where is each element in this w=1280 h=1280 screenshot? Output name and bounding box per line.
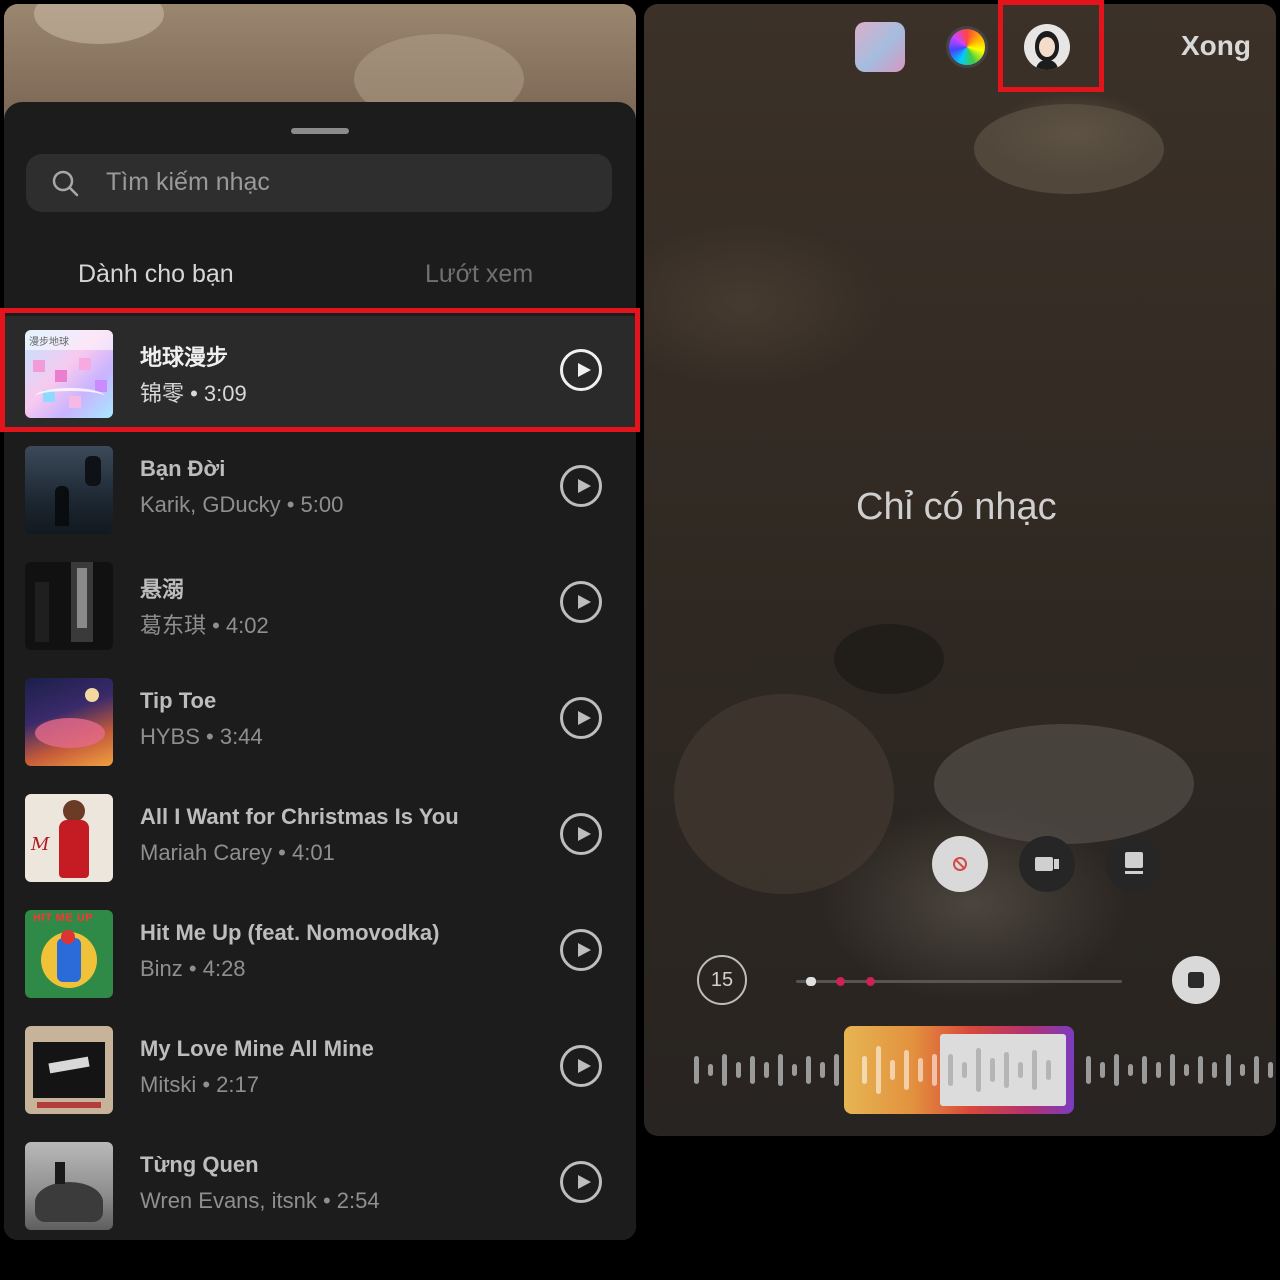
song-row[interactable]: Bạn Đời Karik, GDucky • 5:00	[4, 432, 636, 544]
search-icon	[52, 170, 79, 197]
song-title: Bạn Đời	[140, 456, 226, 481]
song-artist-duration: Binz • 4:28	[140, 956, 246, 981]
song-artwork	[25, 1026, 113, 1114]
play-icon[interactable]	[560, 349, 602, 391]
song-title: 悬溺	[140, 577, 185, 602]
card-icon[interactable]	[1106, 836, 1162, 892]
done-button[interactable]: Xong	[1181, 30, 1251, 62]
no-video-icon[interactable]	[932, 836, 988, 892]
clip-playhead-window[interactable]	[940, 1034, 1066, 1106]
song-artwork-text: HIT ME UP	[33, 912, 94, 924]
song-artist-duration: Karik, GDucky • 5:00	[140, 492, 344, 517]
song-artist-duration: 葛东琪 • 4:02	[140, 613, 269, 638]
search-input[interactable]: Tìm kiếm nhạc	[106, 168, 270, 197]
tab-browse[interactable]: Lướt xem	[425, 260, 533, 289]
stop-button[interactable]	[1172, 956, 1220, 1004]
play-icon[interactable]	[560, 813, 602, 855]
song-artwork	[25, 1142, 113, 1230]
song-artwork	[25, 562, 113, 650]
song-title: All I Want for Christmas Is You	[140, 804, 459, 829]
play-icon[interactable]	[560, 1045, 602, 1087]
song-title: Từng Quen	[140, 1152, 259, 1177]
song-row[interactable]: HIT ME UP Hit Me Up (feat. Nomovodka) Bi…	[4, 896, 636, 1008]
drag-handle[interactable]	[291, 128, 349, 134]
progress-track[interactable]	[796, 977, 1122, 986]
song-artwork-text: 漫步地球	[29, 337, 69, 348]
play-icon[interactable]	[560, 581, 602, 623]
clip-inner-waveform	[948, 1048, 1051, 1092]
song-artwork: 漫步地球	[25, 330, 113, 418]
song-artwork: M	[25, 794, 113, 882]
background-photo-detail	[974, 104, 1164, 194]
clip-waveform	[862, 1046, 937, 1094]
avatar-icon[interactable]	[1024, 24, 1070, 70]
song-row[interactable]: My Love Mine All Mine Mitski • 2:17	[4, 1012, 636, 1124]
background-photo-detail	[934, 724, 1194, 844]
music-only-label: Chỉ có nhạc	[856, 486, 1057, 528]
song-title: Hit Me Up (feat. Nomovodka)	[140, 920, 440, 945]
search-bar[interactable]: Tìm kiếm nhạc	[26, 154, 612, 212]
song-artist-duration: Wren Evans, itsnk • 2:54	[140, 1188, 380, 1213]
sticker-icon[interactable]	[855, 22, 905, 72]
song-row[interactable]: M All I Want for Christmas Is You Mariah…	[4, 780, 636, 892]
play-icon[interactable]	[560, 1161, 602, 1203]
tab-for-you[interactable]: Dành cho bạn	[78, 260, 234, 289]
song-artist-duration: HYBS • 3:44	[140, 724, 263, 749]
song-row[interactable]: 漫步地球 地球漫步 锦零 • 3:09	[4, 316, 636, 428]
audio-clip-selector[interactable]	[844, 1026, 1074, 1114]
story-editor-panel: Xong Chỉ có nhạc 15	[644, 4, 1276, 1136]
play-icon[interactable]	[560, 929, 602, 971]
color-wheel-icon[interactable]	[946, 26, 988, 68]
music-sheet: Tìm kiếm nhạc Dành cho bạn Lướt xem 漫步地球…	[4, 102, 636, 1240]
duration-button[interactable]: 15	[697, 955, 747, 1005]
song-row[interactable]: Tip Toe HYBS • 3:44	[4, 664, 636, 776]
background-photo-detail	[834, 624, 944, 694]
song-title: Tip Toe	[140, 688, 217, 713]
song-artwork	[25, 446, 113, 534]
song-row[interactable]: 悬溺 葛东琪 • 4:02	[4, 548, 636, 660]
song-row[interactable]: Từng Quen Wren Evans, itsnk • 2:54	[4, 1128, 636, 1240]
song-artist-duration: Mitski • 2:17	[140, 1072, 259, 1097]
play-icon[interactable]	[560, 697, 602, 739]
song-artwork	[25, 678, 113, 766]
song-title: My Love Mine All Mine	[140, 1036, 374, 1061]
play-icon[interactable]	[560, 465, 602, 507]
song-artist-duration: Mariah Carey • 4:01	[140, 840, 335, 865]
background-photo-detail	[674, 694, 894, 894]
background-photo-detail	[34, 4, 164, 44]
song-artist-duration: 锦零 • 3:09	[140, 381, 247, 406]
song-artwork: HIT ME UP	[25, 910, 113, 998]
song-title: 地球漫步	[140, 345, 229, 370]
video-icon[interactable]	[1019, 836, 1075, 892]
music-picker-panel: Tìm kiếm nhạc Dành cho bạn Lướt xem 漫步地球…	[4, 4, 636, 1240]
